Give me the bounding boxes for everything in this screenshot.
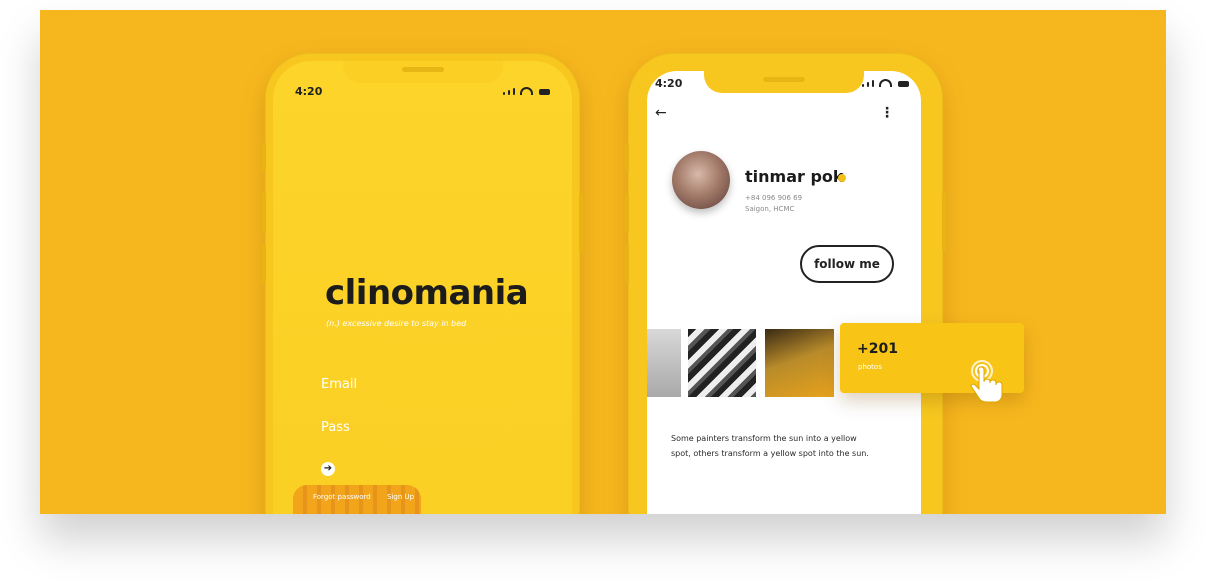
power-button	[579, 193, 583, 253]
more-options-icon[interactable]: ⋮	[880, 105, 894, 121]
photo-thumbnail[interactable]	[688, 329, 756, 397]
submit-arrow-button[interactable]: ➔	[321, 462, 335, 476]
volume-button	[262, 193, 266, 233]
speaker-grille	[401, 67, 444, 72]
email-field[interactable]: Email	[321, 377, 357, 392]
photo-thumbnail[interactable]	[647, 329, 681, 397]
arrow-right-icon: ➔	[323, 463, 333, 474]
photo-thumbnail[interactable]	[765, 329, 834, 397]
showcase-scene: 4:20 clinomania (n.) excessive desire to…	[40, 10, 1166, 514]
signal-icon	[867, 82, 869, 87]
profile-phone: +84 096 906 69	[745, 194, 803, 202]
app-title: clinomania	[325, 273, 529, 313]
sign-up-link[interactable]: Sign Up	[387, 493, 414, 501]
avatar[interactable]	[672, 151, 730, 209]
status-icons	[862, 79, 909, 87]
notch	[342, 61, 503, 83]
tap-hand-icon	[970, 360, 1003, 403]
back-arrow-icon[interactable]: ←	[655, 105, 667, 121]
photos-count: +201	[857, 341, 898, 357]
login-screen: 4:20 clinomania (n.) excessive desire to…	[273, 61, 572, 514]
volume-button	[262, 243, 266, 283]
password-field[interactable]: Pass	[321, 420, 350, 435]
signal-icon	[508, 90, 510, 95]
signal-icon	[872, 80, 874, 87]
status-icons	[503, 87, 550, 95]
app-tagline: (n.) excessive desire to stay in bed	[326, 319, 467, 328]
photos-label: photos	[858, 363, 882, 371]
notch	[704, 71, 864, 93]
right-phone: 4:20 ← ⋮ tinmar pok +84 096 906 69 Saigo…	[625, 53, 946, 514]
wifi-icon	[879, 79, 892, 87]
volume-button	[625, 243, 629, 283]
signal-icon	[513, 88, 515, 95]
profile-name: tinmar pok	[745, 167, 844, 186]
battery-icon	[898, 81, 909, 87]
battery-icon	[539, 89, 550, 95]
forgot-password-link[interactable]: Forgot password	[313, 493, 371, 501]
photos-count-card[interactable]: +201 photos	[840, 323, 1024, 403]
left-phone: 4:20 clinomania (n.) excessive desire to…	[262, 53, 583, 514]
volume-button	[625, 193, 629, 233]
volume-button	[625, 143, 629, 171]
profile-screen: 4:20 ← ⋮ tinmar pok +84 096 906 69 Saigo…	[647, 71, 921, 514]
volume-button	[262, 143, 266, 171]
status-time: 4:20	[655, 77, 683, 90]
speaker-grille	[763, 77, 805, 82]
profile-quote: Some painters transform the sun into a y…	[671, 434, 869, 458]
status-time: 4:20	[295, 85, 323, 98]
signal-icon	[862, 84, 864, 87]
profile-location: Saigon, HCMC	[745, 205, 795, 213]
power-button	[942, 193, 946, 253]
signal-icon	[503, 92, 505, 95]
follow-button[interactable]: follow me	[800, 245, 894, 283]
verified-badge-icon	[838, 174, 846, 182]
wifi-icon	[520, 87, 533, 95]
